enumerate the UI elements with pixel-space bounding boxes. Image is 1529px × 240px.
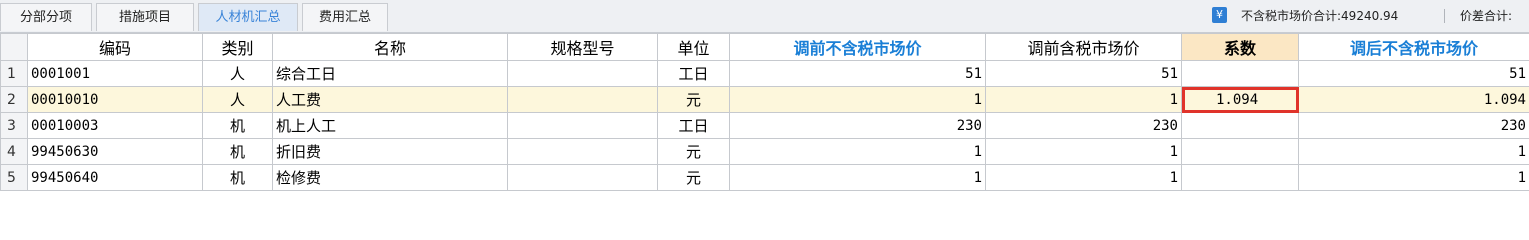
cell-unit[interactable]: 元 (657, 86, 730, 113)
cell-code[interactable]: 00010010 (27, 86, 203, 113)
row-number: 4 (0, 138, 28, 165)
cell-type[interactable]: 机 (202, 112, 273, 139)
cell-spec[interactable] (507, 138, 658, 165)
cell-unit[interactable]: 工日 (657, 112, 730, 139)
col-header-unit[interactable]: 单位 (657, 33, 730, 61)
row-number: 1 (0, 60, 28, 87)
cell-type[interactable]: 人 (202, 86, 273, 113)
tab-feiyong-huizong[interactable]: 费用汇总 (302, 3, 388, 31)
cell-code[interactable]: 0001001 (27, 60, 203, 87)
summary-divider (1444, 9, 1445, 23)
cell-coefficient[interactable] (1181, 164, 1299, 191)
tab-bar: 分部分项 措施项目 人材机汇总 费用汇总 ¥ 不含税市场价合计:49240.94… (0, 0, 1529, 33)
tab-fenbu-fenxiang[interactable]: 分部分项 (0, 3, 92, 31)
diff-total-summary: 价差合计: (1460, 9, 1513, 23)
cell-code[interactable]: 99450640 (27, 164, 203, 191)
table-row[interactable]: 3 00010003 机 机上人工 工日 230 230 230 (0, 112, 1529, 139)
cell-pre-price-in-tax[interactable]: 1 (985, 138, 1182, 165)
cell-name[interactable]: 人工费 (272, 86, 508, 113)
col-header-pre-price-in-tax[interactable]: 调前含税市场价 (985, 33, 1182, 61)
cell-type[interactable]: 机 (202, 138, 273, 165)
cell-name[interactable]: 机上人工 (272, 112, 508, 139)
market-total-summary: 不含税市场价合计:49240.94 (1241, 9, 1399, 23)
cell-pre-price-in-tax[interactable]: 51 (985, 60, 1182, 87)
col-header-pre-price-ex-tax[interactable]: 调前不含税市场价 (729, 33, 986, 61)
cell-post-price-ex-tax[interactable]: 1 (1298, 138, 1529, 165)
tab-cuoshi-xiangmu[interactable]: 措施项目 (96, 3, 194, 31)
cell-post-price-ex-tax[interactable]: 51 (1298, 60, 1529, 87)
cell-post-price-ex-tax[interactable]: 1.094 (1298, 86, 1529, 113)
cell-name[interactable]: 检修费 (272, 164, 508, 191)
cell-pre-price-ex-tax[interactable]: 230 (729, 112, 986, 139)
col-header-post-price-ex-tax[interactable]: 调后不含税市场价 (1298, 33, 1529, 61)
col-header-type[interactable]: 类别 (202, 33, 273, 61)
cell-post-price-ex-tax[interactable]: 230 (1298, 112, 1529, 139)
cell-name[interactable]: 综合工日 (272, 60, 508, 87)
cell-pre-price-in-tax[interactable]: 1 (985, 86, 1182, 113)
col-header-spec[interactable]: 规格型号 (507, 33, 658, 61)
yen-icon: ¥ (1212, 7, 1227, 23)
row-number: 3 (0, 112, 28, 139)
row-number: 5 (0, 164, 28, 191)
cell-coefficient[interactable] (1181, 60, 1299, 87)
cell-unit[interactable]: 元 (657, 138, 730, 165)
cell-spec[interactable] (507, 112, 658, 139)
cell-spec[interactable] (507, 86, 658, 113)
cell-code[interactable]: 00010003 (27, 112, 203, 139)
cell-unit[interactable]: 元 (657, 164, 730, 191)
cell-spec[interactable] (507, 164, 658, 191)
cell-code[interactable]: 99450630 (27, 138, 203, 165)
cell-unit[interactable]: 工日 (657, 60, 730, 87)
cell-coefficient[interactable] (1181, 112, 1299, 139)
row-number: 2 (0, 86, 28, 113)
cell-pre-price-ex-tax[interactable]: 1 (729, 138, 986, 165)
tab-rencaiji-huizong[interactable]: 人材机汇总 (198, 3, 298, 31)
table-row[interactable]: 4 99450630 机 折旧费 元 1 1 1 (0, 138, 1529, 165)
cell-pre-price-in-tax[interactable]: 230 (985, 112, 1182, 139)
cell-pre-price-ex-tax[interactable]: 51 (729, 60, 986, 87)
row-number-header (0, 33, 28, 61)
table-row-selected[interactable]: 2 00010010 人 人工费 元 1 1 1.094 1.094 (0, 86, 1529, 113)
cell-coefficient[interactable] (1181, 138, 1299, 165)
col-header-coefficient[interactable]: 系数 (1181, 33, 1299, 61)
cell-pre-price-ex-tax[interactable]: 1 (729, 164, 986, 191)
cell-spec[interactable] (507, 60, 658, 87)
material-summary-table: 编码 类别 名称 规格型号 单位 调前不含税市场价 调前含税市场价 系数 调后不… (0, 33, 1529, 191)
cell-type[interactable]: 机 (202, 164, 273, 191)
col-header-code[interactable]: 编码 (27, 33, 203, 61)
table-row[interactable]: 5 99450640 机 检修费 元 1 1 1 (0, 164, 1529, 191)
col-header-name[interactable]: 名称 (272, 33, 508, 61)
cell-pre-price-in-tax[interactable]: 1 (985, 164, 1182, 191)
cell-type[interactable]: 人 (202, 60, 273, 87)
cell-pre-price-ex-tax[interactable]: 1 (729, 86, 986, 113)
cell-coefficient-highlighted[interactable]: 1.094 (1181, 86, 1299, 113)
table-row[interactable]: 1 0001001 人 综合工日 工日 51 51 51 (0, 60, 1529, 87)
table-header-row: 编码 类别 名称 规格型号 单位 调前不含税市场价 调前含税市场价 系数 调后不… (0, 33, 1529, 61)
cell-name[interactable]: 折旧费 (272, 138, 508, 165)
cell-post-price-ex-tax[interactable]: 1 (1298, 164, 1529, 191)
